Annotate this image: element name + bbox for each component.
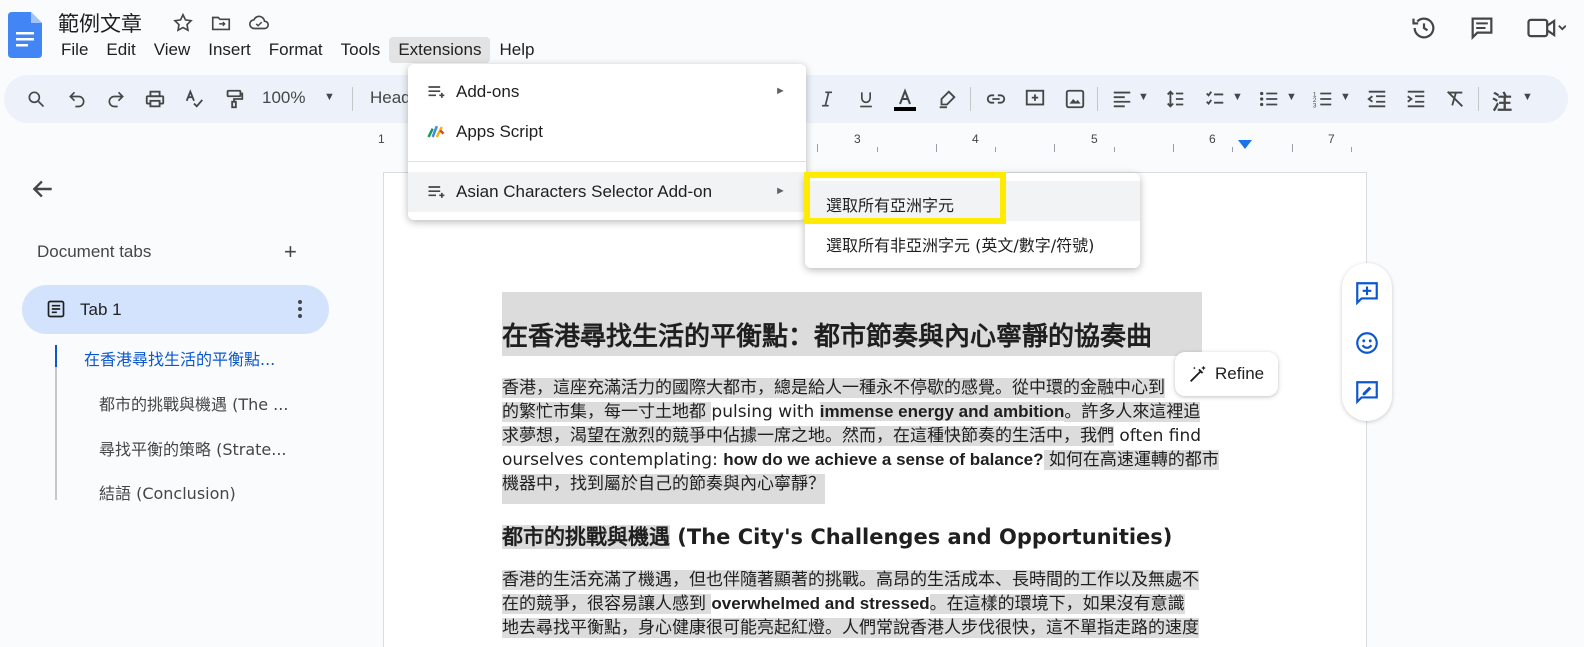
version-history-icon[interactable] bbox=[1410, 14, 1438, 47]
align-left-icon[interactable] bbox=[1110, 87, 1134, 111]
menu-help[interactable]: Help bbox=[490, 37, 543, 63]
docs-logo-icon[interactable] bbox=[8, 12, 42, 58]
refine-label: Refine bbox=[1215, 364, 1265, 383]
insert-image-icon[interactable] bbox=[1063, 87, 1087, 111]
chevron-down-icon[interactable]: ▼ bbox=[1340, 91, 1351, 103]
menu-insert[interactable]: Insert bbox=[199, 37, 260, 63]
print-icon[interactable] bbox=[143, 87, 167, 111]
star-icon[interactable] bbox=[170, 10, 196, 36]
undo-icon[interactable] bbox=[65, 87, 89, 111]
menu-tools[interactable]: Tools bbox=[332, 37, 390, 63]
document-title[interactable]: 範例文章 bbox=[58, 8, 142, 38]
add-ons-icon bbox=[428, 86, 445, 98]
menu-edit[interactable]: Edit bbox=[97, 37, 144, 63]
outline-item-title[interactable]: 在香港尋找生活的平衡點... bbox=[84, 346, 275, 370]
ruler-number: 4 bbox=[972, 132, 979, 146]
chevron-down-icon[interactable]: ▼ bbox=[324, 91, 335, 103]
arrow-back-icon bbox=[32, 180, 52, 198]
outline-item-challenges[interactable]: 都市的挑戰與機遇 (The ... bbox=[99, 391, 288, 415]
emoji-reaction-icon[interactable] bbox=[1354, 330, 1380, 356]
document-tab-icon bbox=[47, 300, 65, 318]
svg-text:3: 3 bbox=[1313, 102, 1317, 109]
menu-bar: File Edit View Insert Format Tools Exten… bbox=[52, 37, 543, 63]
submenu-arrow-icon: ► bbox=[775, 185, 786, 197]
menu-item-apps-script[interactable]: Apps Script bbox=[408, 112, 806, 152]
magic-pen-icon bbox=[1190, 365, 1206, 382]
chevron-down-icon[interactable]: ▼ bbox=[1522, 91, 1533, 103]
tab-1[interactable]: Tab 1 bbox=[22, 285, 329, 334]
line-spacing-icon[interactable] bbox=[1163, 87, 1187, 111]
clear-formatting-icon[interactable] bbox=[1443, 87, 1467, 111]
ruler-number: 3 bbox=[854, 132, 861, 146]
ruler-number: 1 bbox=[378, 132, 385, 146]
numbered-list-icon[interactable]: 123 bbox=[1311, 87, 1335, 111]
paint-format-icon[interactable] bbox=[222, 87, 246, 111]
add-comment-icon[interactable] bbox=[1354, 280, 1380, 306]
decrease-indent-icon[interactable] bbox=[1365, 87, 1389, 111]
zoom-select[interactable]: 100% bbox=[262, 88, 305, 108]
spellcheck-icon[interactable] bbox=[182, 87, 206, 111]
submenu-arrow-icon: ► bbox=[775, 85, 786, 97]
cloud-saved-icon[interactable] bbox=[246, 10, 272, 36]
move-folder-icon[interactable] bbox=[208, 10, 234, 36]
paragraph-intro[interactable]: 香港，這座充滿活力的國際大都市，總是給人一種永不停歇的感覺。從中環的金融中心到 … bbox=[502, 376, 1247, 504]
floating-actions bbox=[1342, 263, 1392, 421]
menu-file[interactable]: File bbox=[52, 37, 97, 63]
section-heading-challenges[interactable]: 都市的挑戰與機遇 (The City's Challenges and Oppo… bbox=[502, 521, 1172, 551]
ruler-number: 5 bbox=[1091, 132, 1098, 146]
add-tab-button[interactable]: + bbox=[284, 241, 297, 263]
document-heading[interactable]: 在香港尋找生活的平衡點：都市節奏與內心寧靜的協奏曲 bbox=[502, 292, 1202, 356]
refine-button[interactable]: Refine bbox=[1175, 352, 1278, 396]
add-ons-icon bbox=[428, 186, 445, 198]
redo-icon[interactable] bbox=[104, 87, 128, 111]
apps-script-icon bbox=[427, 125, 445, 138]
style-select[interactable]: Head bbox=[370, 88, 411, 108]
italic-icon[interactable] bbox=[815, 87, 839, 111]
search-menus-icon[interactable] bbox=[24, 87, 48, 111]
right-indent-marker-icon[interactable] bbox=[1238, 140, 1252, 150]
insert-link-icon[interactable] bbox=[984, 87, 1008, 111]
menu-item-add-ons[interactable]: Add-ons ► bbox=[408, 72, 806, 112]
checklist-icon[interactable] bbox=[1203, 87, 1227, 111]
outline-item-strategies[interactable]: 尋找平衡的策略 (Strate... bbox=[99, 436, 287, 460]
underline-icon[interactable] bbox=[854, 87, 878, 111]
ruler-number: 6 bbox=[1209, 132, 1216, 146]
bulleted-list-icon[interactable] bbox=[1257, 87, 1281, 111]
input-tools-button[interactable]: 注 bbox=[1492, 86, 1512, 115]
add-comment-icon[interactable] bbox=[1023, 87, 1047, 111]
menu-item-asian-characters-selector[interactable]: Asian Characters Selector Add-on ► bbox=[408, 172, 806, 212]
menu-format[interactable]: Format bbox=[260, 37, 332, 63]
menu-item-select-non-asian-characters[interactable]: 選取所有非亞洲字元 (英文/數字/符號) bbox=[805, 221, 1140, 261]
extensions-menu: Add-ons ► Apps Script Asian Characters S… bbox=[408, 64, 806, 220]
more-vert-icon[interactable] bbox=[288, 297, 312, 321]
document-tabs-heading: Document tabs bbox=[37, 242, 152, 261]
meet-camera-icon[interactable] bbox=[1526, 14, 1567, 47]
close-outline-button[interactable] bbox=[30, 176, 56, 207]
suggest-edit-icon[interactable] bbox=[1354, 379, 1380, 405]
comments-icon[interactable] bbox=[1468, 14, 1496, 47]
menu-extensions[interactable]: Extensions bbox=[389, 37, 491, 63]
outline-item-conclusion[interactable]: 結語 (Conclusion) bbox=[99, 480, 236, 504]
menu-view[interactable]: View bbox=[145, 37, 200, 63]
highlight-annotation-box bbox=[804, 172, 1006, 224]
app-header: 範例文章 File Edit View Insert Format Tools … bbox=[0, 0, 1584, 72]
tab-label: Tab 1 bbox=[80, 300, 122, 319]
ruler-number: 7 bbox=[1328, 132, 1335, 146]
chevron-down-icon[interactable]: ▼ bbox=[1232, 91, 1243, 103]
highlight-color-icon[interactable] bbox=[935, 87, 959, 111]
text-color-icon[interactable] bbox=[893, 87, 917, 111]
increase-indent-icon[interactable] bbox=[1404, 87, 1428, 111]
chevron-down-icon[interactable]: ▼ bbox=[1138, 91, 1149, 103]
chevron-down-icon[interactable]: ▼ bbox=[1286, 91, 1297, 103]
paragraph-challenges[interactable]: 香港的生活充滿了機遇，但也伴隨著顯著的挑戰。高昂的生活成本、長時間的工作以及無處… bbox=[502, 568, 1247, 640]
